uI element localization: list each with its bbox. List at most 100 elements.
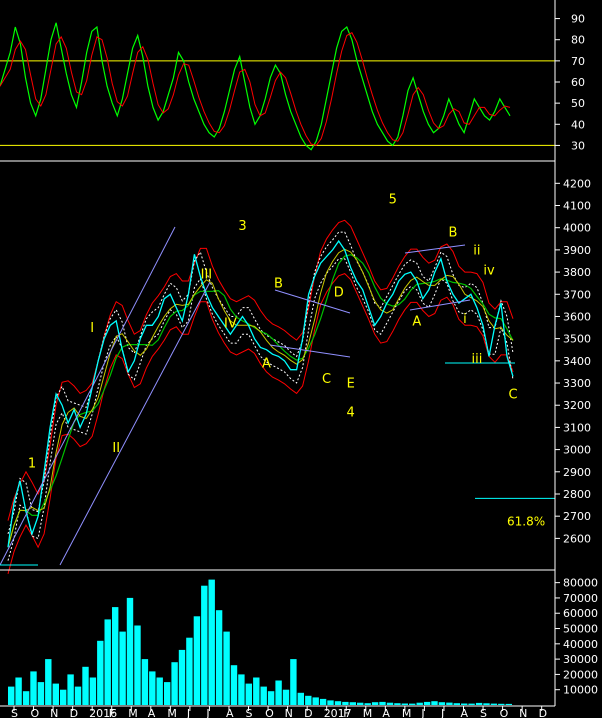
time-tick-label: J [205,707,209,718]
price-tick-label: 2800 [563,488,591,501]
price-tick-label: 4200 [563,177,591,190]
volume-bar [149,671,156,705]
volume-bar [490,703,498,705]
time-tick-label: A [226,707,234,718]
volume-bar [423,701,431,705]
volume-bar [364,703,371,705]
volume-bar [409,703,416,705]
price-tick-label: 2600 [563,532,591,545]
volume-bar [357,702,364,705]
price-tick-label: 2700 [563,510,591,523]
volume-tick-label: 10000 [563,684,598,697]
volume-bar [379,701,386,705]
rsi-tick-label: 70 [571,55,585,68]
volume-bar [8,686,15,705]
volume-bar [208,579,215,705]
price-tick-label: 3900 [563,244,591,257]
volume-bar [89,677,97,705]
volume-tick-label: 70000 [563,592,598,605]
volume-bar [104,619,111,705]
price-tick-label: 3800 [563,266,591,279]
wave-label: IV [224,317,237,332]
time-tick-label: N [519,707,527,718]
price-tick-label: 3100 [563,421,591,434]
volume-bar [215,610,223,705]
volume-bar [126,597,134,705]
time-tick-label: F [343,707,349,718]
volume-bar [30,671,37,705]
volume-bar [386,702,394,705]
volume-bar [97,640,104,705]
volume-bar [45,659,52,705]
volume-bar [312,697,319,705]
time-tick-label: A [382,707,390,718]
volume-bar [446,702,453,705]
volume-bar [178,649,186,705]
price-tick-label: 3000 [563,444,591,457]
time-tick-label: F [109,707,115,718]
time-tick-label: A [148,707,156,718]
rsi-tick-label: 90 [571,13,585,26]
volume-bar [371,702,379,705]
price-tick-label: 3300 [563,377,591,390]
volume-tick-label: 40000 [563,638,598,651]
volume-bar [416,702,423,705]
price-tick-label: 3500 [563,333,591,346]
wave-label: iii [471,352,482,367]
wave-label: A [262,357,271,372]
price-tick-label: 3700 [563,288,591,301]
volume-tick-label: 30000 [563,653,598,666]
volume-bar [186,637,193,705]
volume-bar [245,683,252,705]
volume-bar [290,659,297,705]
price-tick-label: 3600 [563,310,591,323]
volume-bar [498,703,505,705]
rsi-tick-label: 40 [571,118,585,131]
wave-label: E [347,377,355,392]
volume-bar [334,701,342,705]
volume-bar [505,703,512,705]
wave-label: 5 [389,192,397,207]
volume-bar [260,686,267,705]
wave-label: B [448,226,457,241]
volume-tick-label: 20000 [563,668,598,681]
wave-label: A [412,314,421,329]
price-tick-label: 4100 [563,200,591,213]
time-tick-label: D [70,707,78,718]
volume-bar [305,695,312,705]
wave-label: i [463,312,467,327]
price-tick-label: 3200 [563,399,591,412]
volume-tick-label: 80000 [563,577,598,590]
volume-bar [453,703,460,705]
volume-bar [282,689,290,705]
time-tick-label: S [480,707,487,718]
price-tick-label: 2900 [563,466,591,479]
wave-label: 1 [28,456,36,471]
volume-bar [394,703,401,705]
volume-bar [156,677,163,705]
volume-bar [193,616,201,705]
rsi-tick-label: 50 [571,97,585,110]
volume-tick-label: 50000 [563,623,598,636]
wave-label: II [112,441,120,456]
volume-bar [327,700,334,705]
wave-label: D [334,286,344,301]
time-tick-label: O [31,707,40,718]
time-tick-label: O [265,707,274,718]
price-tick-label: 3400 [563,355,591,368]
volume-bar [164,682,171,705]
time-tick-label: M [402,707,412,718]
time-tick-label: J [440,707,444,718]
rsi-tick-label: 30 [571,139,585,152]
fib-reference-label: 61.8% [507,514,545,528]
elliott-wave-chart: 61.8% S O N D 2016F M A M J J A S O N D 2017F M A M J J A S O N D… [0,0,602,718]
wave-label: C [508,388,517,403]
volume-bar [253,677,260,705]
wave-label: C [322,372,331,387]
volume-tick-label: 60000 [563,607,598,620]
time-tick-label: N [285,707,293,718]
volume-bar [275,680,282,705]
volume-bar [82,666,89,705]
time-tick-label: O [500,707,509,718]
volume-bar [37,682,45,705]
